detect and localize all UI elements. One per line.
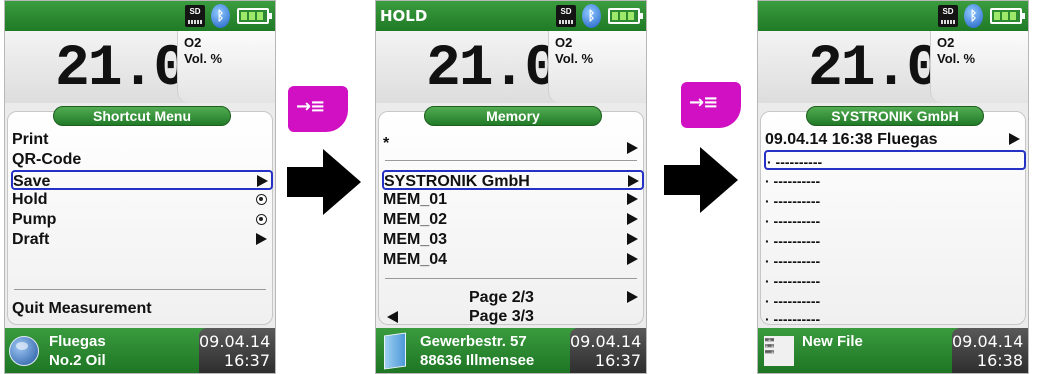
- memory-panel: Memory * SYSTRONIK GmbH MEM_01 MEM_02 ME…: [378, 106, 644, 327]
- gas-label: O2: [555, 35, 573, 50]
- menu-item-pump[interactable]: Pump: [12, 210, 270, 230]
- empty-slot[interactable]: · ----------: [765, 211, 1023, 231]
- address-street: Gewerbestr. 57: [420, 333, 527, 350]
- panel-header: Memory: [424, 106, 602, 126]
- sd-card-icon: SD: [556, 5, 576, 27]
- measurement-area: 21.0 O2 Vol. %: [5, 31, 275, 103]
- memory-key-icon: →≡: [296, 96, 325, 117]
- memory-key-button[interactable]: →≡: [288, 86, 348, 132]
- memory-item-mem-04[interactable]: MEM_04: [383, 250, 641, 270]
- arrow-right-icon: [256, 233, 267, 245]
- file-entry[interactable]: 09.04.14 16:38 Fluegas: [765, 130, 1023, 150]
- unit-box: O2 Vol. %: [548, 31, 646, 103]
- memory-key-button[interactable]: →≡: [681, 82, 741, 128]
- qr-file-icon: ▦▤▦ ▤▦▤ ▦▦▤: [764, 336, 794, 366]
- gas-label: O2: [937, 35, 955, 50]
- bluetooth-icon: ᛒ: [211, 4, 230, 28]
- measurement-area: 21.0 O2 Vol. %: [758, 31, 1028, 103]
- empty-slot[interactable]: · ----------: [765, 291, 1023, 311]
- panel-header: SYSTRONIK GmbH: [806, 106, 984, 126]
- empty-slot[interactable]: · ----------: [765, 171, 1023, 191]
- menu-item-print[interactable]: Print: [12, 130, 270, 150]
- memory-root-item[interactable]: *: [383, 134, 641, 154]
- arrow-left-icon: [387, 311, 398, 323]
- fuel-name: No.2 Oil: [49, 352, 106, 369]
- arrow-right-icon: [257, 175, 268, 187]
- unit-box: O2 Vol. %: [930, 31, 1028, 103]
- bluetooth-icon: ᛒ: [582, 4, 601, 28]
- divider: [385, 160, 637, 161]
- bluetooth-icon: ᛒ: [964, 4, 983, 28]
- memory-item-mem-03[interactable]: MEM_03: [383, 230, 641, 250]
- hold-indicator: HOLD: [380, 7, 428, 25]
- reading-value: 21.0: [426, 37, 559, 102]
- door-icon: [384, 332, 406, 370]
- empty-slot[interactable]: · ----------: [765, 191, 1023, 211]
- page-prev-button[interactable]: Page 3/3: [383, 307, 641, 327]
- battery-icon: [237, 8, 272, 24]
- empty-slot[interactable]: · ----------: [765, 251, 1023, 271]
- measurement-area: 21.0 O2 Vol. %: [376, 31, 646, 103]
- footer-bar: Fluegas No.2 Oil 09.04.14 16:37: [5, 328, 275, 373]
- memory-item-systronik[interactable]: SYSTRONIK GmbH: [382, 170, 644, 190]
- battery-icon: [990, 8, 1025, 24]
- divider: [14, 289, 266, 290]
- radio-icon: [256, 214, 267, 225]
- menu-item-hold[interactable]: Hold: [12, 190, 270, 210]
- empty-slot-selected[interactable]: · ----------: [764, 150, 1026, 170]
- radio-icon: [256, 194, 267, 205]
- arrow-right-icon: [1009, 133, 1020, 145]
- unit-label: Vol. %: [937, 51, 976, 66]
- page-next-button[interactable]: Page 2/3: [383, 288, 641, 308]
- arrow-right-icon: [627, 253, 638, 265]
- status-bar: HOLD SD ᛒ: [376, 1, 646, 31]
- sd-card-icon: SD: [938, 5, 958, 27]
- sd-card-icon: SD: [185, 5, 205, 27]
- globe-icon: [9, 336, 39, 366]
- address-city: 88636 Illmensee: [420, 352, 535, 369]
- empty-slot[interactable]: · ----------: [765, 271, 1023, 291]
- empty-slot[interactable]: · ----------: [765, 309, 1023, 329]
- next-step-arrow-icon: [664, 147, 738, 213]
- panel-header: Shortcut Menu: [53, 106, 231, 126]
- next-step-arrow-icon: [287, 149, 361, 215]
- menu-item-save[interactable]: Save: [11, 170, 273, 190]
- arrow-right-icon: [628, 175, 639, 187]
- status-bar: SD ᛒ: [758, 1, 1028, 31]
- status-bar: SD ᛒ: [5, 1, 275, 31]
- file-panel: SYSTRONIK GmbH 09.04.14 16:38 Fluegas · …: [760, 106, 1026, 327]
- memory-item-mem-02[interactable]: MEM_02: [383, 210, 641, 230]
- arrow-right-icon: [627, 233, 638, 245]
- datetime-box: 09.04.14 16:37: [570, 328, 646, 373]
- arrow-right-icon: [627, 142, 638, 154]
- arrow-right-icon: [627, 213, 638, 225]
- screen-shortcut-menu: SD ᛒ 21.0 O2 Vol. % Shortcut Menu Print Q…: [4, 0, 276, 374]
- arrow-right-icon: [627, 193, 638, 205]
- shortcut-menu-panel: Shortcut Menu Print QR-Code Save Hold Pu…: [7, 106, 273, 325]
- datetime-box: 09.04.14 16:38: [952, 328, 1028, 373]
- battery-icon: [608, 8, 643, 24]
- fuel-type: Fluegas: [49, 333, 106, 350]
- gas-label: O2: [184, 35, 202, 50]
- menu-item-draft[interactable]: Draft: [12, 230, 270, 250]
- arrow-right-icon: [627, 291, 638, 303]
- menu-item-qr-code[interactable]: QR-Code: [12, 150, 270, 170]
- footer-bar: Gewerbestr. 57 88636 Illmensee 09.04.14 16…: [376, 328, 646, 373]
- screen-memory: HOLD SD ᛒ 21.0 O2 Vol. % Memory * SYSTRON…: [375, 0, 647, 374]
- reading-value: 21.0: [55, 37, 188, 102]
- quit-measurement-button[interactable]: Quit Measurement: [12, 299, 270, 319]
- memory-item-mem-01[interactable]: MEM_01: [383, 190, 641, 210]
- empty-slot[interactable]: · ----------: [765, 231, 1023, 251]
- unit-box: O2 Vol. %: [177, 31, 275, 103]
- divider: [385, 278, 637, 279]
- screen-systronik-file: SD ᛒ 21.0 O2 Vol. % SYSTRONIK GmbH 09.04.…: [757, 0, 1029, 374]
- reading-value: 21.0: [808, 37, 941, 102]
- datetime-box: 09.04.14 16:37: [199, 328, 275, 373]
- new-file-label: New File: [802, 333, 863, 350]
- unit-label: Vol. %: [184, 51, 223, 66]
- unit-label: Vol. %: [555, 51, 594, 66]
- memory-key-icon: →≡: [689, 92, 718, 113]
- footer-bar: ▦▤▦ ▤▦▤ ▦▦▤ New File 09.04.14 16:38: [758, 328, 1028, 373]
